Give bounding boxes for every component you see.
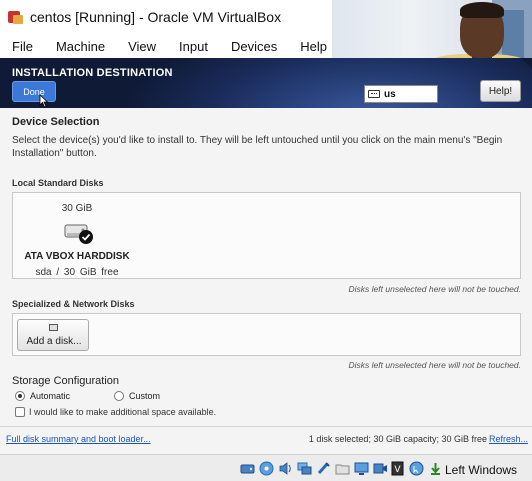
menu-file[interactable]: File — [4, 39, 41, 54]
radio-automatic[interactable]: Automatic — [15, 391, 70, 401]
svg-text:V: V — [394, 465, 401, 475]
reclaim-space-checkbox-box[interactable] — [15, 407, 25, 417]
menu-devices[interactable]: Devices — [223, 39, 285, 54]
mouse-cursor-icon — [39, 94, 49, 108]
radio-custom-indicator[interactable] — [114, 391, 124, 401]
add-disk-button[interactable]: Add a disk... — [17, 319, 89, 351]
add-disk-icon — [49, 324, 58, 331]
local-disks-area: 30 GiB ATA VBOX HARDDISK sda / 30 GiB fr… — [12, 192, 521, 279]
device-selection-description: Select the device(s) you'd like to insta… — [12, 135, 503, 159]
keyboard-icon — [368, 90, 380, 98]
done-button[interactable]: Done — [12, 81, 56, 102]
disk-sda-tile[interactable]: 30 GiB ATA VBOX HARDDISK sda / 30 GiB fr… — [17, 197, 137, 278]
disk-size-label: 30 GiB — [61, 203, 93, 214]
video-capture-icon[interactable] — [373, 461, 388, 476]
reclaim-space-checkbox[interactable]: I would like to make additional space av… — [15, 407, 216, 417]
hard-disk-icon[interactable] — [240, 461, 255, 476]
installation-destination-panel: Device Selection Select the device(s) yo… — [0, 108, 532, 454]
hard-disk-selected-icon — [64, 224, 93, 244]
special-disks-note: Disks left unselected here will not be t… — [348, 360, 521, 370]
device-selection-heading: Device Selection — [12, 116, 100, 128]
menu-machine[interactable]: Machine — [48, 39, 113, 54]
radio-custom-label: Custom — [129, 391, 161, 401]
window-title: centos [Running] - Oracle VM VirtualBox — [30, 9, 282, 25]
radio-automatic-label: Automatic — [30, 391, 71, 401]
radio-automatic-indicator[interactable] — [15, 391, 25, 401]
special-disks-area: Add a disk... — [12, 313, 521, 356]
help-button[interactable]: Help! — [480, 80, 521, 102]
disk-status-text: 1 disk selected; 30 GiB capacity; 30 GiB… — [308, 434, 487, 444]
disk-info-label: sda / 30 GiB free — [35, 267, 119, 278]
host-key-label: Left Windows — [445, 463, 518, 477]
keyboard-layout-label: us — [384, 88, 396, 100]
local-disks-heading: Local Standard Disks — [12, 178, 104, 188]
audio-icon[interactable] — [278, 461, 293, 476]
menu-help[interactable]: Help — [292, 39, 335, 54]
disk-name-label: ATA VBOX HARDDISK — [24, 251, 130, 262]
usb-icon[interactable] — [316, 461, 331, 476]
refresh-link[interactable]: Refresh... — [489, 434, 528, 444]
local-disks-note: Disks left unselected here will not be t… — [348, 284, 521, 294]
special-disks-heading: Specialized & Network Disks — [12, 299, 135, 309]
radio-custom[interactable]: Custom — [114, 391, 160, 401]
cpu-icon[interactable]: V — [390, 461, 405, 476]
footer-divider — [0, 426, 532, 427]
menu-input[interactable]: Input — [171, 39, 216, 54]
add-disk-label: Add a disk... — [26, 336, 82, 347]
network-icon[interactable] — [297, 461, 312, 476]
virtualbox-app-icon — [8, 9, 24, 25]
installer-header: INSTALLATION DESTINATION Done us Help! — [0, 58, 532, 108]
keyboard-layout-indicator[interactable]: us — [364, 85, 438, 103]
virtualbox-statusbar: V Left Windows — [0, 454, 532, 481]
page-title: INSTALLATION DESTINATION — [12, 67, 173, 79]
disk-summary-link[interactable]: Full disk summary and boot loader... — [6, 434, 151, 444]
storage-configuration-heading: Storage Configuration — [12, 375, 120, 387]
optical-drive-icon[interactable] — [259, 461, 274, 476]
display-icon[interactable] — [354, 461, 369, 476]
host-key-icon[interactable] — [428, 461, 443, 476]
reclaim-space-label: I would like to make additional space av… — [29, 407, 217, 417]
menu-view[interactable]: View — [120, 39, 164, 54]
mouse-integration-icon[interactable] — [409, 461, 424, 476]
shared-folders-icon[interactable] — [335, 461, 350, 476]
